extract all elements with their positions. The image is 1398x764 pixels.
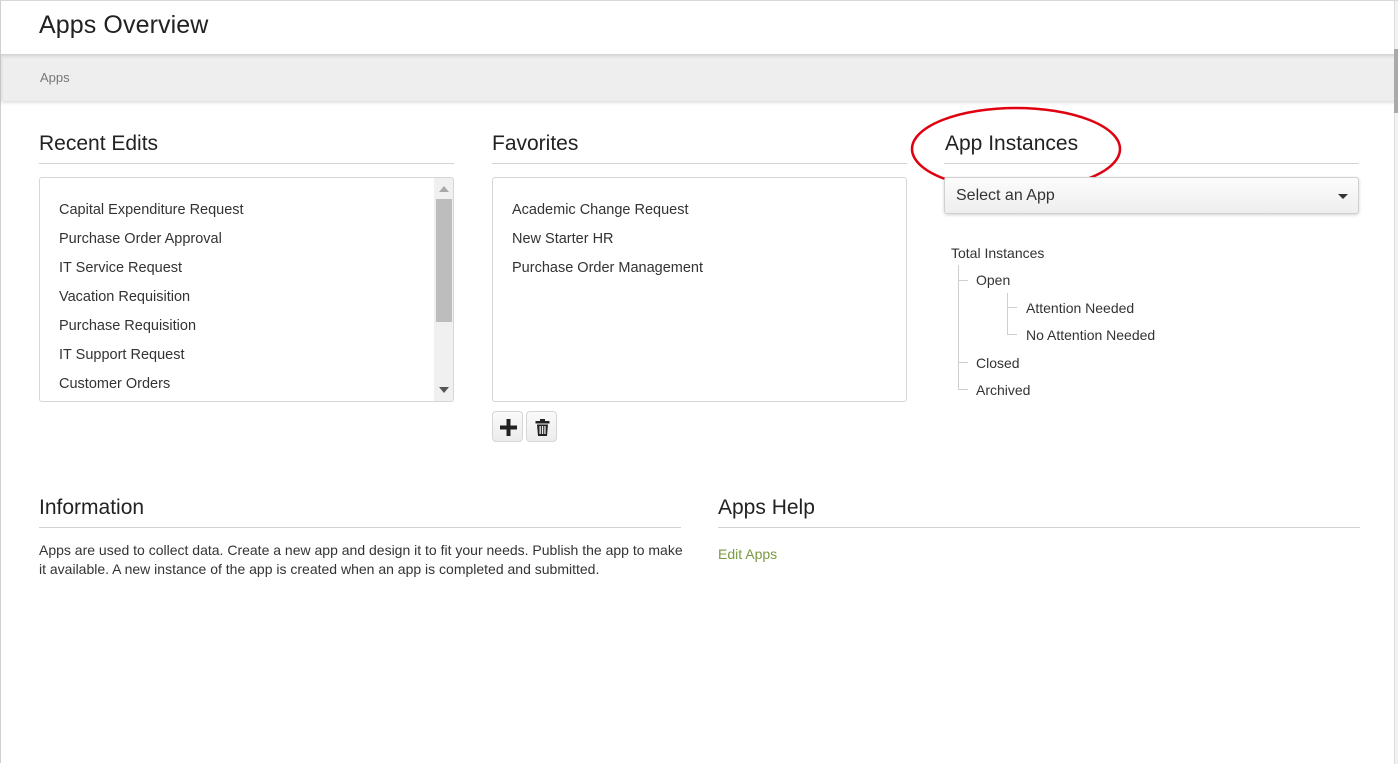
delete-favorite-button[interactable] — [526, 411, 557, 442]
tree-connector — [958, 265, 959, 390]
recent-edit-item[interactable]: Purchase Order Approval — [59, 231, 222, 247]
app-instances-divider — [944, 163, 1359, 164]
recent-edit-item[interactable]: IT Service Request — [59, 260, 182, 276]
tree-connector — [1007, 334, 1017, 335]
page-header: Apps Overview — [1, 1, 1397, 54]
recent-edit-item[interactable]: Vacation Requisition — [59, 289, 190, 305]
favorites-title: Favorites — [492, 132, 579, 155]
recent-edits-title: Recent Edits — [39, 132, 159, 155]
recent-edit-item[interactable]: Customer Orders — [59, 376, 170, 392]
favorite-item[interactable]: Academic Change Request — [512, 202, 689, 218]
add-favorite-button[interactable] — [492, 411, 523, 442]
breadcrumb-item-apps[interactable]: Apps — [40, 70, 70, 85]
favorite-item[interactable]: Purchase Order Management — [512, 260, 703, 276]
select-app-dropdown[interactable]: Select an App — [944, 177, 1359, 214]
tree-connector — [958, 362, 968, 363]
app-instances-title: App Instances — [945, 132, 1079, 155]
information-divider — [39, 527, 681, 528]
scroll-up-icon[interactable] — [439, 186, 449, 192]
tree-archived[interactable]: Archived — [976, 382, 1030, 398]
tree-connector — [958, 280, 968, 281]
tree-attention-needed[interactable]: Attention Needed — [1026, 300, 1134, 316]
scroll-down-icon[interactable] — [439, 387, 449, 393]
breadcrumb: Apps — [1, 54, 1397, 101]
tree-no-attention-needed[interactable]: No Attention Needed — [1026, 327, 1155, 343]
tree-connector — [958, 389, 968, 390]
tree-total-instances[interactable]: Total Instances — [951, 245, 1044, 261]
trash-icon — [535, 419, 550, 436]
plus-icon — [500, 419, 517, 436]
tree-closed[interactable]: Closed — [976, 355, 1020, 371]
apps-help-title: Apps Help — [718, 496, 815, 519]
scrollbar-thumb[interactable] — [436, 199, 452, 322]
apps-help-divider — [718, 527, 1360, 528]
recent-edit-item[interactable]: Capital Expenditure Request — [59, 202, 244, 218]
edit-apps-link[interactable]: Edit Apps — [718, 546, 777, 562]
tree-connector — [1007, 293, 1008, 335]
page-scrollbar[interactable] — [1394, 1, 1398, 764]
tree-open[interactable]: Open — [976, 272, 1010, 288]
favorites-list[interactable]: Academic Change Request New Starter HR P… — [492, 177, 907, 402]
recent-edit-item[interactable]: IT Support Request — [59, 347, 184, 363]
favorites-divider — [492, 163, 907, 164]
information-title: Information — [39, 496, 145, 519]
recent-edits-divider — [39, 163, 454, 164]
recent-edit-item[interactable]: Purchase Requisition — [59, 318, 196, 334]
page-title: Apps Overview — [39, 11, 209, 39]
favorite-item[interactable]: New Starter HR — [512, 231, 614, 247]
recent-edits-list[interactable]: Capital Expenditure Request Purchase Ord… — [39, 177, 454, 402]
select-app-value: Select an App — [956, 187, 1055, 204]
page-scrollbar-thumb[interactable] — [1394, 49, 1398, 113]
tree-connector — [1007, 307, 1017, 308]
recent-edits-scrollbar[interactable] — [434, 178, 453, 401]
information-text: Apps are used to collect data. Create a … — [39, 542, 683, 577]
caret-down-icon — [1338, 194, 1348, 199]
